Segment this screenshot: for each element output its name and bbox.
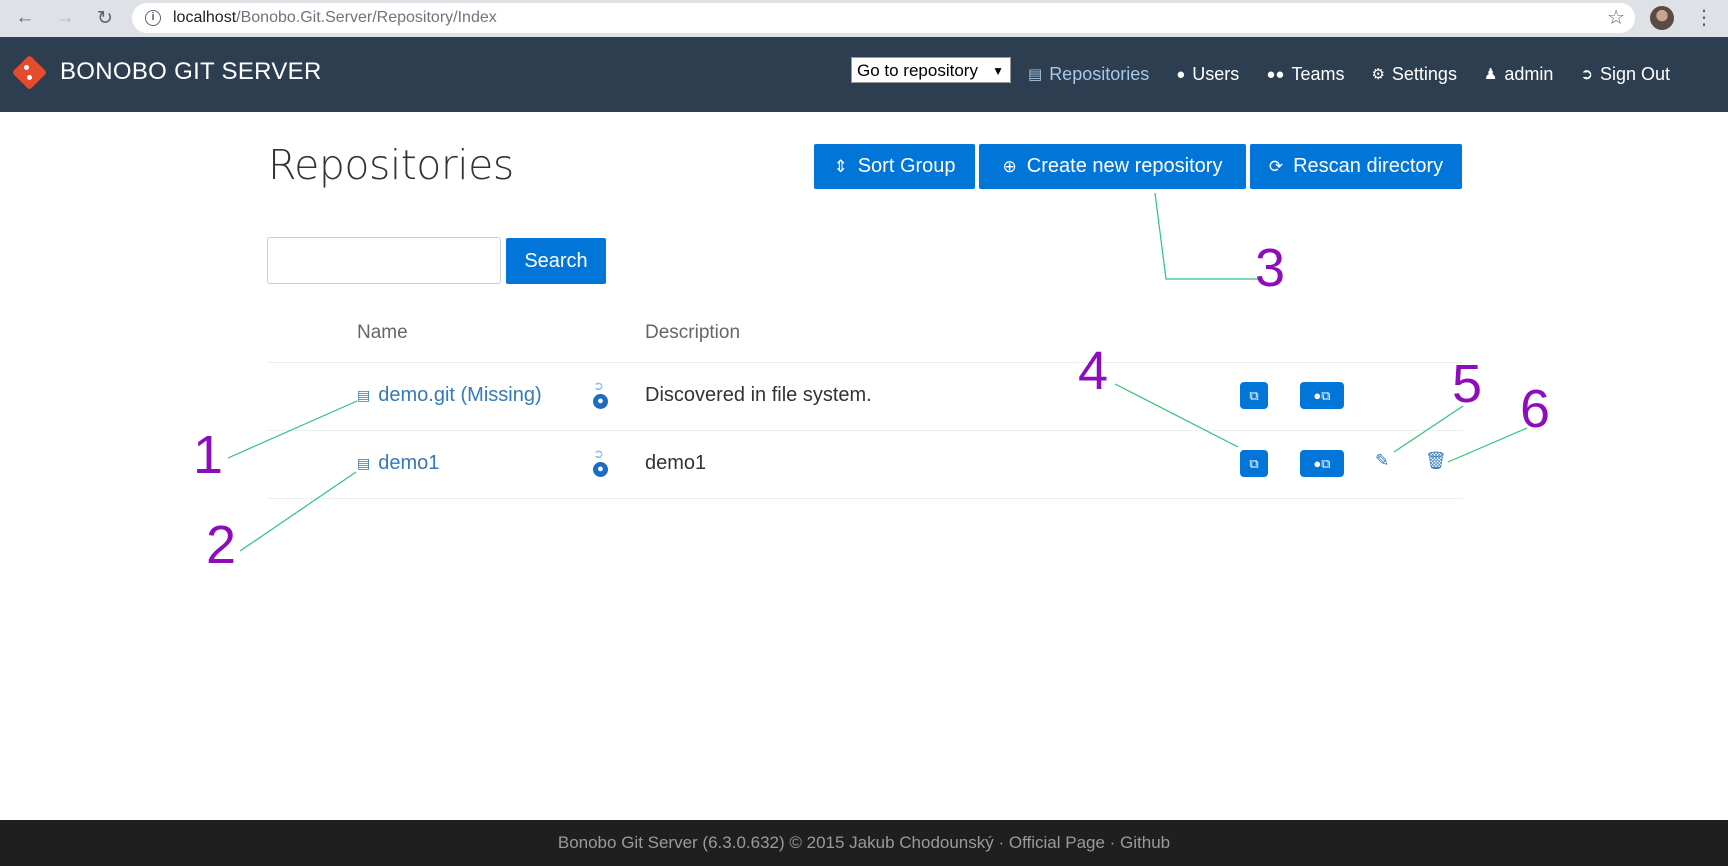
nav-sign-out-label: Sign Out: [1600, 63, 1671, 84]
drive-icon: ▤: [1028, 66, 1043, 83]
plus-circle-icon: ⊕: [1002, 156, 1017, 176]
nav-teams[interactable]: ●● Teams: [1266, 64, 1344, 85]
annotation-label: 2: [206, 515, 237, 575]
sort-group-label: Sort Group: [857, 155, 956, 177]
nav-users-label: Users: [1192, 63, 1240, 84]
annotation-label: 5: [1452, 354, 1483, 414]
nav-users[interactable]: ● Users: [1176, 64, 1239, 85]
create-repository-button[interactable]: ⊕ Create new repository: [979, 144, 1246, 189]
table-divider: [267, 498, 1463, 499]
repo-name: demo1: [378, 452, 440, 474]
copy-icon: ⧉: [1249, 455, 1259, 471]
info-icon[interactable]: i: [145, 10, 161, 26]
repo-status-icons: ➲ ●: [593, 378, 613, 409]
nav-admin-label: admin: [1504, 63, 1554, 84]
rescan-directory-button[interactable]: ⟳ Rescan directory: [1250, 144, 1462, 189]
brand[interactable]: BONOBO GIT SERVER: [11, 54, 322, 91]
go-to-repository-select[interactable]: Go to repository ▼: [851, 57, 1011, 83]
go-to-repository-label: Go to repository: [857, 61, 978, 80]
url-path: /Bonobo.Git.Server/Repository/Index: [236, 9, 497, 26]
annotation-label: 1: [193, 425, 224, 485]
browser-toolbar: ← → ↻ i localhost/Bonobo.Git.Server/Repo…: [0, 0, 1728, 37]
refresh-icon: ⟳: [1268, 156, 1284, 176]
person-icon: ♟: [1483, 66, 1498, 83]
table-row: ▤ demo1 ➲ ● demo1 ⧉ ●⧉ ✎ 🗑: [0, 430, 1728, 498]
nav-admin[interactable]: ♟ admin: [1484, 64, 1553, 85]
footer: Bonobo Git Server (6.3.0.632) © 2015 Jak…: [0, 820, 1728, 866]
reload-icon[interactable]: ↻: [90, 3, 120, 33]
annotation-label: 3: [1255, 238, 1286, 298]
copy-url-button[interactable]: ⧉: [1240, 450, 1268, 477]
address-bar[interactable]: i localhost/Bonobo.Git.Server/Repository…: [132, 3, 1635, 33]
search-button[interactable]: Search: [506, 238, 606, 284]
git-logo-icon: [11, 54, 48, 91]
search-input[interactable]: [267, 237, 501, 284]
footer-text: Bonobo Git Server (6.3.0.632) © 2015 Jak…: [557, 833, 1171, 852]
brand-name: BONOBO GIT SERVER: [60, 58, 322, 85]
repo-status-icons: ➲ ●: [593, 446, 613, 477]
nav-settings[interactable]: ⚙ Settings: [1371, 64, 1457, 85]
url-host: localhost: [173, 9, 237, 26]
drive-icon: ▤: [357, 387, 371, 403]
create-repository-label: Create new repository: [1026, 155, 1223, 177]
repo-name: demo.git (Missing): [378, 384, 542, 406]
nav-repositories[interactable]: ▤ Repositories: [1028, 64, 1149, 85]
annotation-label: 6: [1520, 379, 1551, 439]
copy-icon: ⧉: [1249, 387, 1259, 403]
annotation-label: 4: [1078, 341, 1109, 401]
repo-description: demo1: [645, 452, 707, 474]
trash-icon[interactable]: 🗑: [1425, 451, 1447, 471]
nav-repositories-label: Repositories: [1049, 63, 1150, 84]
copy-url-button[interactable]: ⧉: [1240, 382, 1268, 409]
nav-links: ▤ Repositories ● Users ●● Teams ⚙ Settings ♟…: [1028, 57, 1670, 91]
copy-user-url-button[interactable]: ●⧉: [1300, 450, 1344, 477]
globe-icon: ●: [593, 394, 608, 409]
copy-user-url-button[interactable]: ●⧉: [1300, 382, 1344, 409]
repo-link[interactable]: ▤ demo.git (Missing): [357, 384, 542, 407]
repo-description: Discovered in file system.: [645, 384, 872, 406]
edit-icon[interactable]: ✎: [1375, 451, 1389, 471]
bookmark-star-icon[interactable]: ☆: [1607, 5, 1625, 30]
sort-group-button[interactable]: ⇕ Sort Group: [814, 144, 975, 189]
dropdown-caret-icon: ▼: [992, 64, 1004, 78]
nav-settings-label: Settings: [1391, 63, 1457, 84]
browser-menu-icon[interactable]: ⋮: [1694, 6, 1714, 30]
gears-icon: ⚙: [1371, 66, 1385, 83]
user-copy-icon: ●⧉: [1313, 387, 1331, 403]
top-navbar: BONOBO GIT SERVER Go to repository ▼ ▤ Re…: [0, 37, 1728, 112]
push-arrow-icon: ➲: [593, 446, 604, 461]
globe-icon: ●: [593, 462, 608, 477]
profile-avatar[interactable]: [1650, 6, 1674, 30]
signout-icon: ➲: [1580, 66, 1594, 83]
forward-arrow-icon[interactable]: →: [50, 3, 80, 33]
nav-teams-label: Teams: [1291, 63, 1345, 84]
push-arrow-icon: ➲: [593, 378, 604, 393]
rescan-directory-label: Rescan directory: [1293, 155, 1444, 177]
user-icon: ●: [1176, 65, 1186, 83]
column-header-description: Description: [645, 322, 741, 343]
nav-sign-out[interactable]: ➲ Sign Out: [1580, 64, 1670, 85]
column-header-name: Name: [357, 322, 408, 343]
back-arrow-icon[interactable]: ←: [10, 3, 40, 33]
user-copy-icon: ●⧉: [1313, 455, 1331, 471]
sort-icon: ⇕: [833, 156, 848, 176]
page-title: Repositories: [268, 141, 514, 189]
drive-icon: ▤: [357, 455, 371, 471]
team-icon: ●●: [1266, 65, 1285, 83]
repo-link[interactable]: ▤ demo1: [357, 452, 439, 475]
